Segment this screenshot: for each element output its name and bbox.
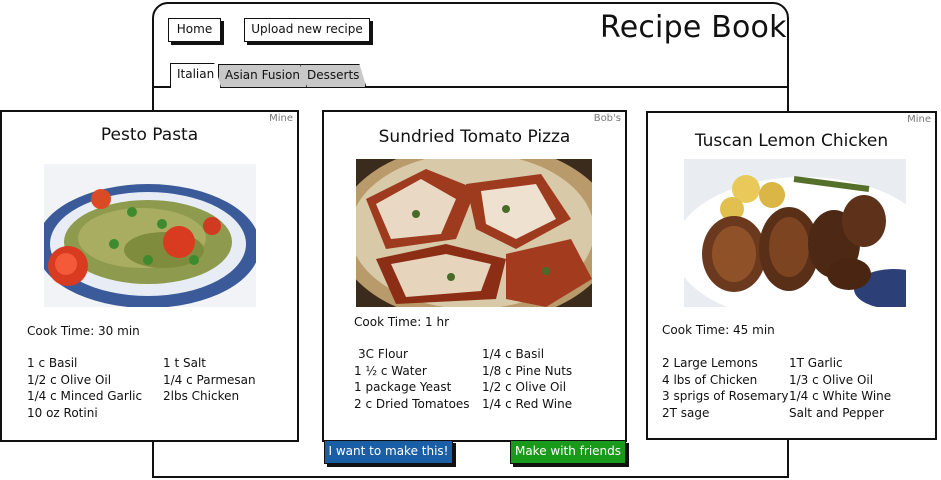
ingredient-item: 1 ½ c Water: [354, 363, 427, 378]
ingredient-item: 1T Garlic: [789, 356, 843, 370]
ingredient-item: Salt and Pepper: [789, 405, 884, 420]
ingredient-item: 1/4 c Minced Garlic: [27, 389, 143, 403]
cook-time: Cook Time: 30 min: [27, 324, 140, 338]
pesto-pasta-photo: [44, 164, 256, 307]
ingredients-right: 1T Garlic 1/3 c Olive Oil 1/4 c White Wi…: [789, 355, 891, 421]
recipe-title: Sundried Tomato Pizza: [378, 127, 571, 147]
ingredient-item: 1/4 c White Wine: [789, 389, 892, 403]
ingredient-item: 1/4 c Parmesan: [163, 372, 256, 387]
ingredients-left: 1 c Basil 1/2 c Olive Oil 1/4 c Minced G…: [27, 355, 142, 421]
recipe-card-sundried-tomato-pizza[interactable]: Bob's Sundried Tomato Pizza Cook Time: 1…: [322, 110, 627, 442]
app-title: Recipe Book: [600, 10, 787, 45]
ingredient-item: 2 Large Lemons: [662, 356, 758, 370]
recipe-card-pesto-pasta[interactable]: Mine Pesto Pasta Cook Time: 30 min 1 c B…: [0, 110, 299, 442]
ingredients-left: 3C Flour 1 ½ c Water 1 package Yeast 2 c…: [354, 346, 470, 412]
owner-label: Mine: [269, 113, 293, 124]
ingredient-item: 1/4 c Red Wine: [482, 396, 573, 411]
ingredient-item: 1 package Yeast: [354, 380, 452, 394]
ingredient-item: 10 oz Rotini: [27, 405, 98, 420]
ingredient-item: 1/2 c Olive Oil: [482, 380, 567, 394]
lemon-chicken-photo: [684, 159, 906, 307]
ingredients-right: 1/4 c Basil 1/8 c Pine Nuts 1/2 c Olive …: [482, 346, 572, 412]
make-this-button[interactable]: I want to make this!: [324, 440, 453, 464]
cook-time: Cook Time: 1 hr: [354, 315, 450, 329]
ingredient-item: 2 c Dried Tomatoes: [354, 396, 470, 411]
owner-label: Mine: [907, 114, 931, 125]
ingredient-item: 1/4 c Basil: [482, 347, 545, 361]
ingredient-item: 1/8 c Pine Nuts: [482, 363, 573, 378]
ingredient-item: 3C Flour: [358, 347, 408, 361]
ingredient-item: 1 c Basil: [27, 356, 78, 370]
upload-recipe-button[interactable]: Upload new recipe: [244, 18, 370, 42]
ingredient-item: 1/3 c Olive Oil: [789, 372, 874, 387]
ingredients-left: 2 Large Lemons 4 lbs of Chicken 3 sprigs…: [662, 355, 789, 421]
tab-asian-fusion[interactable]: Asian Fusion: [218, 64, 307, 87]
make-with-friends-button[interactable]: Make with friends: [510, 440, 626, 464]
home-button[interactable]: Home: [168, 18, 221, 42]
ingredient-item: 2lbs Chicken: [163, 389, 240, 403]
ingredient-item: 1 t Salt: [163, 356, 206, 370]
ingredient-item: 4 lbs of Chicken: [662, 372, 758, 387]
cook-time: Cook Time: 45 min: [662, 323, 775, 337]
recipe-title: Pesto Pasta: [100, 125, 199, 145]
pizza-photo: [356, 159, 592, 307]
ingredient-item: 2T sage: [662, 405, 710, 420]
tab-desserts[interactable]: Desserts: [300, 64, 366, 87]
ingredient-item: 3 sprigs of Rosemary: [662, 389, 789, 403]
recipe-title: Tuscan Lemon Chicken: [694, 131, 889, 151]
ingredients-right: 1 t Salt 1/4 c Parmesan 2lbs Chicken: [163, 355, 256, 405]
ingredient-item: 1/2 c Olive Oil: [27, 372, 112, 387]
tab-italian[interactable]: Italian: [170, 63, 221, 88]
owner-label: Bob's: [593, 113, 621, 124]
recipe-card-tuscan-lemon-chicken[interactable]: Mine Tuscan Lemon Chicken Cook Time: 45 …: [646, 111, 937, 440]
